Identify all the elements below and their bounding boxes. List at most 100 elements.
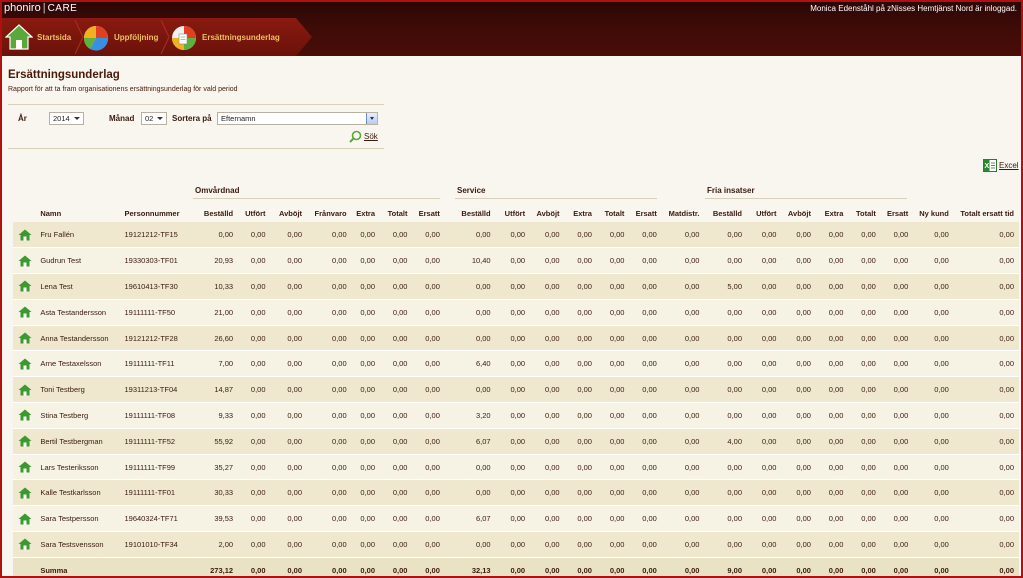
cell-value: 0,00 [530,402,565,429]
cell-value: 0,00 [412,376,445,404]
table-row[interactable]: Sara Testsvensson 19101010-TF34 2,00 0,00 0,… [13,531,1019,558]
personnummer: 19111111-TF99 [121,454,198,481]
client-home-icon[interactable] [13,454,38,481]
client-home-icon[interactable] [13,299,38,326]
table-row[interactable]: Lars Testeriksson 19111111-TF99 35,27 0,00 0… [13,454,1019,481]
table-row[interactable]: Toni Testberg 19311213-TF04 14,87 0,00 0,00 0… [13,376,1019,404]
cell-value: 0,00 [913,299,954,326]
summary-spacer [13,557,38,578]
personnummer: 19111111-TF52 [121,428,198,455]
cell-value: 4,00 [704,428,748,455]
cell-value: 0,00 [747,505,782,533]
nav-item-ersattningsunderlag[interactable]: Ersättningsunderlag [170,20,280,54]
table-row[interactable]: Kalle Testkarlsson 19111111-TF01 30,33 0,00… [13,479,1019,507]
cell-value: 0,00 [564,531,597,558]
cell-value: 0,00 [781,428,816,455]
table-row[interactable]: Bertil Testbergman 19111111-TF52 55,92 0,00… [13,428,1019,455]
table-row[interactable]: Sara Testpersson 19640324-TF71 39,53 0,00 0,… [13,505,1019,533]
svg-text:X: X [985,163,990,170]
client-home-icon[interactable] [13,350,38,378]
cell-value: 0,00 [270,350,308,378]
table-row[interactable]: Arne Testaxelsson 19111111-TF11 7,00 0,00 0,… [13,350,1019,378]
nav-item-uppfoljning[interactable]: Uppföljning [82,20,158,54]
cell-value: 0,00 [815,454,849,481]
table-row[interactable]: Gudrun Test 19330303-TF01 20,93 0,00 0,00 0,0… [13,247,1019,275]
cell-value: 0,00 [747,454,782,481]
cell-value: 0,00 [307,350,352,378]
cell-value: 0,00 [412,479,445,507]
cell-value: 0,00 [953,531,1019,558]
cell-value: 0,00 [238,428,271,455]
column-header: Matdistr. [668,208,700,218]
cell-value: 0,00 [351,505,381,533]
client-home-icon[interactable] [13,273,38,300]
summary-value: 0,00 [848,557,881,578]
cell-value: 0,00 [747,479,782,507]
column-header: Totalt ersatt tid [960,208,1014,218]
cell-value: 0,00 [848,325,881,352]
table-row[interactable]: Lena Test 19610413-TF30 10,33 0,00 0,00 0,00 0… [13,273,1019,300]
excel-export-link[interactable]: X Excel [983,159,1019,172]
excel-icon: X [983,159,997,172]
cell-value: 0,00 [704,376,748,404]
cell-value: 0,00 [953,325,1019,352]
column-header: Personnummer [124,208,180,218]
cell-value: 0,00 [815,325,849,352]
cell-value: 0,00 [238,222,271,249]
client-name: Kalle Testkarlsson [37,479,122,507]
cell-value: 0,00 [530,454,565,481]
year-select[interactable]: 2014 [49,112,84,125]
dropdown-button-icon[interactable] [366,113,377,124]
cell-value: 0,00 [270,325,308,352]
table-row[interactable]: Anna Testandersson 19121212-TF28 26,60 0,00… [13,325,1019,352]
column-header: Utfört [245,208,266,218]
cell-value: 0,00 [953,222,1019,249]
cell-value: 0,00 [270,531,308,558]
column-header: Ersatt [635,208,657,218]
cell-value: 39,53 [197,505,239,533]
month-select[interactable]: 02 [141,112,167,125]
client-home-icon[interactable] [13,325,38,352]
client-home-icon[interactable] [13,222,38,249]
summary-value: 0,00 [629,557,662,578]
cell-value: 0,00 [661,247,705,275]
cell-value: 0,00 [880,325,914,352]
cell-value: 0,00 [307,247,352,275]
cell-value: 0,00 [307,299,352,326]
cell-value: 0,00 [596,350,630,378]
personnummer: 19111111-TF01 [121,479,198,507]
cell-value: 0,00 [661,428,705,455]
client-home-icon[interactable] [13,479,38,507]
cell-value: 0,00 [270,222,308,249]
cell-value: 0,00 [629,531,662,558]
client-home-icon[interactable] [13,505,38,533]
cell-value: 0,00 [848,402,881,429]
cell-value: 0,00 [495,247,531,275]
personnummer: 19330303-TF01 [121,247,198,275]
cell-value: 0,00 [238,247,271,275]
client-home-icon[interactable] [13,376,38,404]
summary-value: 0,00 [307,557,352,578]
column-header: Extra [356,208,376,218]
sort-select[interactable]: Efternamn [217,112,378,125]
client-home-icon[interactable] [13,531,38,558]
cell-value: 0,00 [661,222,705,249]
cell-value: 0,00 [880,505,914,533]
column-header: Totalt [387,208,408,218]
client-home-icon[interactable] [13,247,38,275]
cell-value: 0,00 [781,222,816,249]
cell-value: 0,00 [412,299,445,326]
table-row[interactable]: Asta Testandersson 19111111-TF50 21,00 0,00… [13,299,1019,326]
table-row[interactable]: Stina Testberg 19111111-TF08 9,33 0,00 0,00 0… [13,402,1019,429]
personnummer: 19121212-TF28 [121,325,198,352]
cell-value: 0,00 [495,299,531,326]
cell-value: 0,00 [351,376,381,404]
table-row[interactable]: Fru Fallén 19121212-TF15 0,00 0,00 0,00 0,00 0… [13,222,1019,249]
search-button[interactable]: Sök [349,130,378,143]
cell-value: 0,00 [444,531,496,558]
summary-value: 0,00 [495,557,531,578]
client-home-icon[interactable] [13,402,38,429]
cell-value: 0,00 [197,222,239,249]
nav-item-startsida[interactable]: Startsida [4,20,71,54]
client-home-icon[interactable] [13,428,38,455]
